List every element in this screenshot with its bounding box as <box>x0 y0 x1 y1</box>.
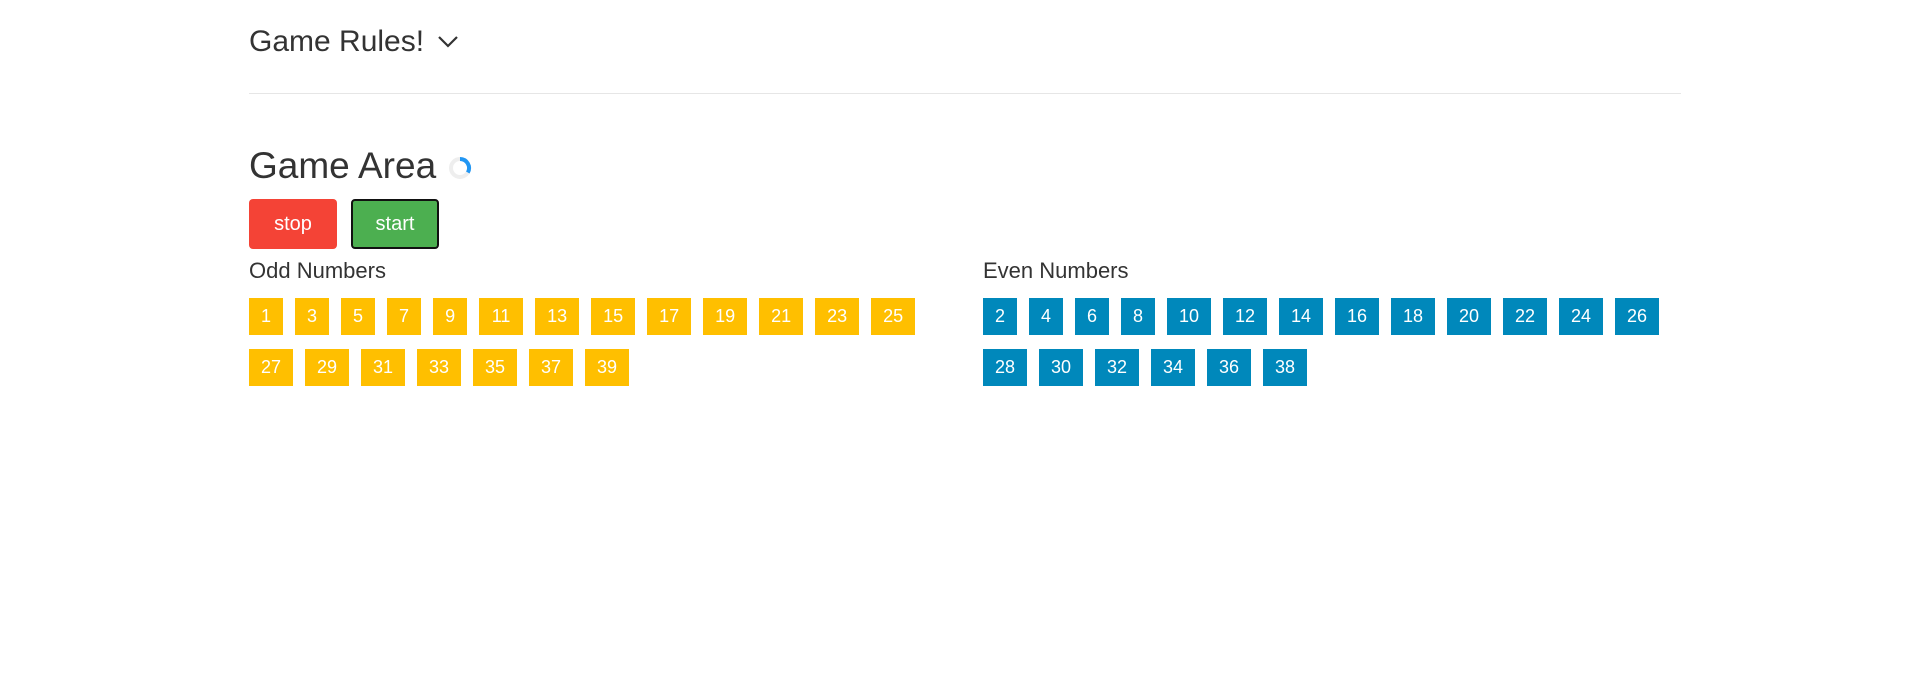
odd-numbers-list: 1 3 5 7 9 11 13 15 17 19 21 23 25 27 29 31 33 35 37 39 <box>249 298 949 386</box>
odd-number-tile[interactable]: 13 <box>535 298 580 335</box>
even-number-tile[interactable]: 34 <box>1151 349 1195 386</box>
even-number-tile[interactable]: 38 <box>1263 349 1307 386</box>
even-number-tile[interactable]: 6 <box>1075 298 1110 335</box>
odd-number-tile[interactable]: 29 <box>305 349 349 386</box>
odd-number-tile[interactable]: 39 <box>585 349 629 386</box>
even-number-tile[interactable]: 14 <box>1279 298 1324 335</box>
stop-button[interactable]: stop <box>249 199 337 249</box>
rules-toggle[interactable]: Game Rules! <box>249 22 460 62</box>
start-button[interactable]: start <box>351 199 439 249</box>
odd-number-tile[interactable]: 35 <box>473 349 517 386</box>
even-number-tile[interactable]: 16 <box>1335 298 1380 335</box>
even-number-tile[interactable]: 30 <box>1039 349 1083 386</box>
even-number-tile[interactable]: 20 <box>1447 298 1492 335</box>
odd-number-tile[interactable]: 3 <box>295 298 330 335</box>
odd-number-tile[interactable]: 27 <box>249 349 293 386</box>
even-numbers-title: Even Numbers <box>983 258 1129 283</box>
even-number-tile[interactable]: 28 <box>983 349 1027 386</box>
chevron-down-icon <box>438 36 458 48</box>
game-area-heading: Game Area <box>249 143 472 189</box>
odd-number-tile[interactable]: 9 <box>433 298 468 335</box>
game-area-title: Game Area <box>249 145 437 186</box>
rules-title: Game Rules! <box>249 25 425 58</box>
odd-number-tile[interactable]: 37 <box>529 349 573 386</box>
odd-number-tile[interactable]: 15 <box>591 298 636 335</box>
even-number-tile[interactable]: 26 <box>1615 298 1660 335</box>
even-number-tile[interactable]: 36 <box>1207 349 1251 386</box>
even-number-tile[interactable]: 24 <box>1559 298 1604 335</box>
odd-number-tile[interactable]: 33 <box>417 349 461 386</box>
even-number-tile[interactable]: 4 <box>1029 298 1064 335</box>
page-container: Game Rules! Game Area stop start Odd Num… <box>249 0 1681 386</box>
odd-number-tile[interactable]: 19 <box>703 298 748 335</box>
spinner-icon <box>449 156 472 179</box>
game-controls: stop start <box>249 199 439 249</box>
even-numbers-list: 2 4 6 8 10 12 14 16 18 20 22 24 26 28 30 32 34 36 38 <box>983 298 1683 386</box>
even-number-tile[interactable]: 22 <box>1503 298 1548 335</box>
odd-number-tile[interactable]: 31 <box>361 349 405 386</box>
odd-number-tile[interactable]: 17 <box>647 298 692 335</box>
odd-number-tile[interactable]: 25 <box>871 298 916 335</box>
even-number-tile[interactable]: 12 <box>1223 298 1268 335</box>
even-numbers-column: Even Numbers 2 4 6 8 10 12 14 16 18 20 22 24 26 28 30 3… <box>983 258 1683 386</box>
odd-number-tile[interactable]: 5 <box>341 298 376 335</box>
odd-number-tile[interactable]: 23 <box>815 298 860 335</box>
odd-numbers-title: Odd Numbers <box>249 258 386 283</box>
odd-number-tile[interactable]: 1 <box>249 298 284 335</box>
even-number-tile[interactable]: 10 <box>1167 298 1212 335</box>
odd-numbers-column: Odd Numbers 1 3 5 7 9 11 13 15 17 19 21 23 25 27 29 31 3… <box>249 258 949 386</box>
rules-section: Game Rules! <box>249 0 1681 94</box>
odd-number-tile[interactable]: 11 <box>479 298 524 335</box>
even-number-tile[interactable]: 18 <box>1391 298 1436 335</box>
odd-number-tile[interactable]: 7 <box>387 298 422 335</box>
even-number-tile[interactable]: 2 <box>983 298 1018 335</box>
even-number-tile[interactable]: 8 <box>1121 298 1156 335</box>
even-number-tile[interactable]: 32 <box>1095 349 1139 386</box>
odd-number-tile[interactable]: 21 <box>759 298 804 335</box>
